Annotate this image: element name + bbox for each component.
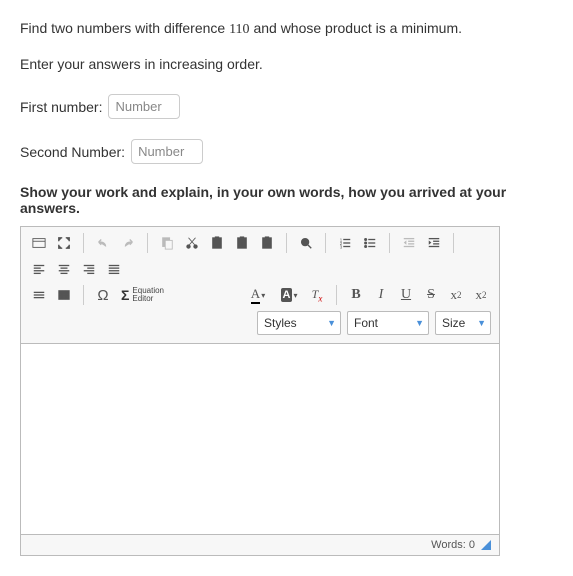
question-text: Find two numbers with difference 110 and… — [20, 20, 553, 38]
indent-icon[interactable] — [422, 231, 446, 255]
paste-icon[interactable] — [205, 231, 229, 255]
show-work-heading: Show your work and explain, in your own … — [20, 184, 553, 216]
styles-label: Styles — [264, 316, 297, 330]
superscript-button[interactable]: x2 — [469, 283, 493, 307]
resize-handle-icon[interactable] — [481, 540, 491, 550]
size-dropdown[interactable]: Size ▼ — [435, 311, 491, 335]
bullet-list-icon[interactable] — [358, 231, 382, 255]
copy-icon[interactable] — [155, 231, 179, 255]
rich-text-editor: T W 123 — [20, 226, 500, 556]
find-icon[interactable] — [294, 231, 318, 255]
align-left-icon[interactable] — [27, 257, 51, 281]
editor-toolbar: T W 123 — [21, 227, 499, 344]
hr-icon[interactable] — [27, 283, 51, 307]
chevron-down-icon: ▼ — [477, 318, 486, 328]
editor-status-bar: Words: 0 — [21, 534, 499, 555]
subscript-button[interactable]: x2 — [444, 283, 468, 307]
align-justify-icon[interactable] — [102, 257, 126, 281]
instruction-text: Enter your answers in increasing order. — [20, 56, 553, 72]
font-label: Font — [354, 316, 378, 330]
equation-editor-button[interactable]: Σ Equation Editor — [116, 283, 169, 307]
second-number-input[interactable] — [131, 139, 203, 164]
strike-button[interactable]: S — [419, 283, 443, 307]
outdent-icon[interactable] — [397, 231, 421, 255]
size-label: Size — [442, 316, 465, 330]
font-dropdown[interactable]: Font ▼ — [347, 311, 429, 335]
text-color-button[interactable]: A▾ — [243, 283, 273, 307]
paste-text-icon[interactable]: T — [230, 231, 254, 255]
remove-format-icon[interactable]: Tx — [305, 283, 329, 307]
first-number-label: First number: — [20, 99, 102, 115]
align-center-icon[interactable] — [52, 257, 76, 281]
eqn-label-bottom: Editor — [132, 295, 164, 303]
bg-color-button[interactable]: A▾ — [274, 283, 304, 307]
second-number-label: Second Number: — [20, 144, 125, 160]
redo-icon[interactable] — [116, 231, 140, 255]
table-icon[interactable] — [52, 283, 76, 307]
maximize-icon[interactable] — [52, 231, 76, 255]
second-number-row: Second Number: — [20, 139, 553, 164]
cut-icon[interactable] — [180, 231, 204, 255]
bold-button[interactable]: B — [344, 283, 368, 307]
align-right-icon[interactable] — [77, 257, 101, 281]
chevron-down-icon: ▼ — [415, 318, 424, 328]
special-char-icon[interactable]: Ω — [91, 283, 115, 307]
underline-button[interactable]: U — [394, 283, 418, 307]
undo-icon[interactable] — [91, 231, 115, 255]
sigma-icon: Σ — [121, 288, 129, 302]
toolbar-row-2: Ω Σ Equation Editor A▾ A▾ Tx — [25, 283, 495, 307]
numbered-list-icon[interactable]: 123 — [333, 231, 357, 255]
editor-content-area[interactable] — [21, 344, 499, 534]
question-suffix: and whose product is a minimum. — [250, 20, 462, 36]
svg-text:W: W — [265, 243, 270, 249]
first-number-row: First number: — [20, 94, 553, 119]
first-number-input[interactable] — [108, 94, 180, 119]
question-value: 110 — [229, 22, 249, 37]
italic-button[interactable]: I — [369, 283, 393, 307]
source-icon[interactable] — [27, 231, 51, 255]
svg-text:3: 3 — [340, 244, 343, 249]
toolbar-row-1: T W 123 — [25, 231, 495, 281]
toolbar-row-3: Styles ▼ Font ▼ Size ▼ — [25, 309, 495, 339]
question-prefix: Find two numbers with difference — [20, 20, 229, 36]
paste-word-icon[interactable]: W — [255, 231, 279, 255]
chevron-down-icon: ▼ — [327, 318, 336, 328]
word-count: Words: 0 — [431, 539, 475, 551]
styles-dropdown[interactable]: Styles ▼ — [257, 311, 341, 335]
